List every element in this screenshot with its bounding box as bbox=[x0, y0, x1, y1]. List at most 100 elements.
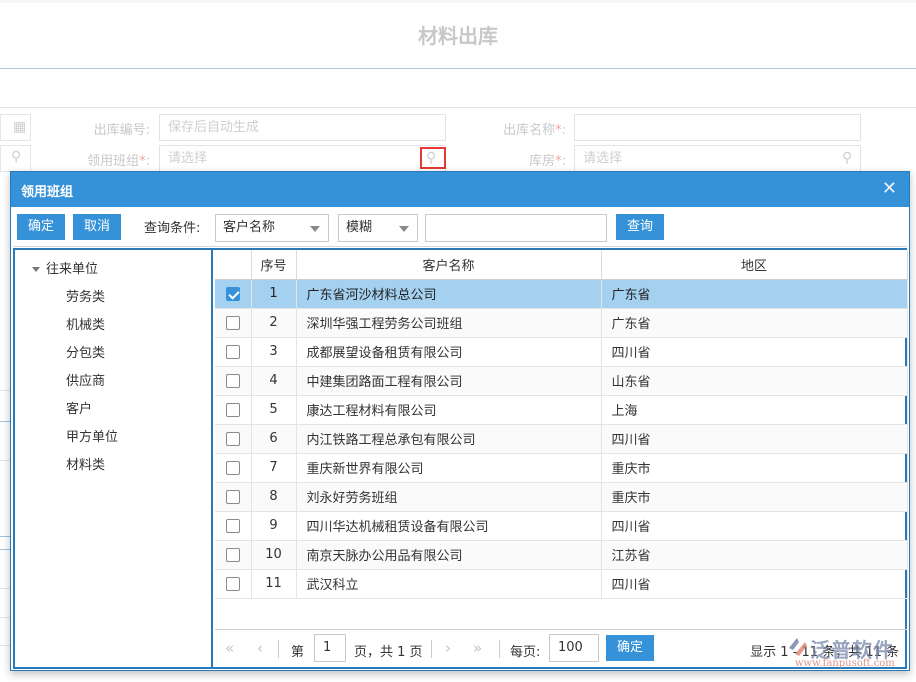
category-tree: 往来单位 劳务类 机械类 分包类 供应商 客户 甲方单位 材料类 bbox=[15, 250, 213, 667]
row-checkbox[interactable] bbox=[225, 460, 240, 475]
table-row[interactable]: 11 武汉科立 四川省 bbox=[215, 569, 908, 599]
tree-item[interactable]: 客户 bbox=[66, 398, 92, 417]
first-page-icon[interactable]: « bbox=[225, 639, 234, 657]
last-page-icon[interactable]: » bbox=[473, 639, 482, 657]
per-page-input[interactable]: 100 bbox=[549, 634, 599, 662]
cancel-button[interactable]: 取消 bbox=[73, 214, 121, 240]
row-checkbox[interactable] bbox=[225, 547, 240, 562]
tree-item[interactable]: 供应商 bbox=[66, 370, 105, 389]
confirm-button[interactable]: 确定 bbox=[17, 214, 65, 240]
divider bbox=[499, 640, 500, 658]
warehouse-search-icon[interactable]: ⚲ bbox=[842, 150, 852, 166]
field-select[interactable]: 客户名称 bbox=[215, 214, 329, 242]
row-checkbox-cell[interactable] bbox=[215, 308, 252, 338]
customer-table: 序号 客户名称 地区 1 广东省河沙材料总公司 广东省 2 深圳华强工程劳务公司班组 广东… bbox=[215, 250, 908, 599]
page-prefix: 第 bbox=[291, 645, 305, 660]
cell-region: 上海 bbox=[601, 395, 908, 425]
row-checkbox-cell[interactable] bbox=[215, 540, 252, 570]
warehouse-input[interactable]: 请选择 bbox=[574, 145, 861, 172]
tree-item[interactable]: 甲方单位 bbox=[66, 426, 118, 445]
tree-root[interactable]: 往来单位 bbox=[32, 258, 98, 277]
close-icon[interactable]: ✕ bbox=[882, 178, 897, 199]
cell-no: 10 bbox=[251, 540, 297, 570]
table-row[interactable]: 5 康达工程材料有限公司 上海 bbox=[215, 395, 908, 425]
table-row[interactable]: 8 刘永好劳务班组 重庆市 bbox=[215, 482, 908, 512]
out-no-label: 出库编号: bbox=[93, 123, 150, 138]
table-row[interactable]: 2 深圳华强工程劳务公司班组 广东省 bbox=[215, 308, 908, 338]
cell-no: 8 bbox=[251, 482, 297, 512]
col-header-name[interactable]: 客户名称 bbox=[296, 250, 602, 280]
page-suffix: 页，共 1 页 bbox=[354, 645, 423, 660]
cell-region: 山东省 bbox=[601, 366, 908, 396]
calendar-icon: ▦ bbox=[13, 119, 27, 135]
customer-grid: 序号 客户名称 地区 1 广东省河沙材料总公司 广东省 2 深圳华强工程劳务公司班组 广东… bbox=[215, 250, 908, 599]
row-checkbox-cell[interactable] bbox=[215, 279, 252, 309]
search-button-left[interactable]: ⚲ bbox=[0, 145, 31, 172]
row-checkbox[interactable] bbox=[225, 373, 240, 388]
row-checkbox-cell[interactable] bbox=[215, 424, 252, 454]
query-input[interactable] bbox=[425, 214, 607, 242]
pager-confirm-button[interactable]: 确定 bbox=[606, 635, 654, 661]
row-checkbox-cell[interactable] bbox=[215, 395, 252, 425]
cell-no: 5 bbox=[251, 395, 297, 425]
table-row[interactable]: 1 广东省河沙材料总公司 广东省 bbox=[215, 279, 908, 309]
cell-no: 11 bbox=[251, 569, 297, 599]
prev-page-icon[interactable]: ‹ bbox=[257, 639, 263, 657]
row-checkbox[interactable] bbox=[225, 431, 240, 446]
cell-region: 重庆市 bbox=[601, 482, 908, 512]
select-team-dialog: 领用班组 ✕ 确定 取消 查询条件: 客户名称 模糊 查询 往来单位 劳务类 机… bbox=[10, 171, 910, 671]
row-checkbox-cell[interactable] bbox=[215, 569, 252, 599]
table-row[interactable]: 7 重庆新世界有限公司 重庆市 bbox=[215, 453, 908, 483]
row-checkbox[interactable] bbox=[225, 402, 240, 417]
table-row[interactable]: 3 成都展望设备租赁有限公司 四川省 bbox=[215, 337, 908, 367]
row-checkbox[interactable] bbox=[225, 286, 240, 301]
tree-item[interactable]: 材料类 bbox=[66, 454, 105, 473]
cell-name: 广东省河沙材料总公司 bbox=[296, 279, 602, 309]
team-input[interactable]: 请选择 bbox=[159, 145, 446, 172]
out-no-input[interactable]: 保存后自动生成 bbox=[159, 114, 446, 141]
tree-item[interactable]: 劳务类 bbox=[66, 286, 105, 305]
table-row[interactable]: 10 南京天脉办公用品有限公司 江苏省 bbox=[215, 540, 908, 570]
table-header-row: 序号 客户名称 地区 bbox=[215, 250, 908, 280]
tree-root-label: 往来单位 bbox=[46, 262, 99, 277]
out-name-input[interactable] bbox=[574, 114, 861, 141]
pagination: « ‹ 第 1 页，共 1 页 › » 每页: 100 确定 显示 1 - 11… bbox=[215, 629, 907, 667]
team-label: 领用班组*: bbox=[87, 154, 150, 169]
page-number-input[interactable]: 1 bbox=[314, 634, 346, 662]
row-checkbox[interactable] bbox=[225, 315, 240, 330]
row-checkbox-cell[interactable] bbox=[215, 337, 252, 367]
divider bbox=[13, 246, 907, 247]
row-checkbox[interactable] bbox=[225, 344, 240, 359]
row-checkbox[interactable] bbox=[225, 518, 240, 533]
page-title: 材料出库 bbox=[0, 3, 916, 69]
cell-region: 四川省 bbox=[601, 424, 908, 454]
table-row[interactable]: 4 中建集团路面工程有限公司 山东省 bbox=[215, 366, 908, 396]
cell-name: 武汉科立 bbox=[296, 569, 602, 599]
match-select[interactable]: 模糊 bbox=[338, 214, 418, 242]
table-row[interactable]: 9 四川华达机械租赁设备有限公司 四川省 bbox=[215, 511, 908, 541]
row-checkbox-cell[interactable] bbox=[215, 453, 252, 483]
cell-name: 内江铁路工程总承包有限公司 bbox=[296, 424, 602, 454]
next-page-icon[interactable]: › bbox=[445, 639, 451, 657]
tree-item[interactable]: 分包类 bbox=[66, 342, 105, 361]
tree-item[interactable]: 机械类 bbox=[66, 314, 105, 333]
row-checkbox-cell[interactable] bbox=[215, 482, 252, 512]
row-checkbox-cell[interactable] bbox=[215, 366, 252, 396]
divider bbox=[431, 640, 432, 658]
out-name-label: 出库名称*: bbox=[503, 123, 566, 138]
col-header-no[interactable]: 序号 bbox=[251, 250, 297, 280]
per-page-label: 每页: bbox=[510, 645, 541, 660]
query-button[interactable]: 查询 bbox=[616, 214, 664, 240]
cell-region: 四川省 bbox=[601, 511, 908, 541]
col-header-region[interactable]: 地区 bbox=[601, 250, 908, 280]
row-checkbox[interactable] bbox=[225, 576, 240, 591]
table-row[interactable]: 6 内江铁路工程总承包有限公司 四川省 bbox=[215, 424, 908, 454]
cell-region: 重庆市 bbox=[601, 453, 908, 483]
dialog-title: 领用班组 bbox=[21, 185, 74, 200]
row-checkbox[interactable] bbox=[225, 489, 240, 504]
field-select-value: 客户名称 bbox=[223, 220, 276, 235]
caret-down-icon[interactable] bbox=[32, 267, 40, 272]
row-checkbox-cell[interactable] bbox=[215, 511, 252, 541]
cell-name: 刘永好劳务班组 bbox=[296, 482, 602, 512]
date-picker-button[interactable]: ▦ bbox=[0, 114, 31, 141]
